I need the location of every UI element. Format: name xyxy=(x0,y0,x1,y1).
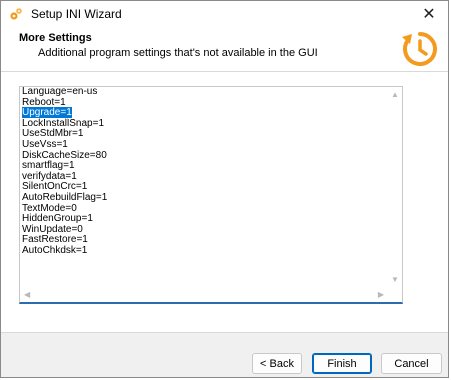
title-bar: Setup INI Wizard ✕ xyxy=(1,1,448,27)
settings-line: Language=en-us xyxy=(22,87,386,98)
settings-line: Reboot=1 xyxy=(22,96,386,109)
page-subtitle: Additional program settings that's not a… xyxy=(38,47,318,59)
window-title: Setup INI Wizard xyxy=(31,7,122,21)
settings-lines: Language=en-us Reboot=1 Upgrade=1 LockInsta… xyxy=(22,87,386,277)
settings-line-text: WinUpdate=0 xyxy=(22,223,83,235)
settings-line: DiskCacheSize=80 xyxy=(22,149,386,162)
settings-line-text: HiddenGroup=1 xyxy=(22,213,93,225)
settings-line-text: UseStdMbr=1 xyxy=(22,128,84,140)
page-title: More Settings xyxy=(19,32,92,44)
back-button[interactable]: < Back xyxy=(252,353,302,374)
settings-line-text: DiskCacheSize=80 xyxy=(22,149,107,161)
horizontal-scrollbar[interactable]: ◀ ▶ xyxy=(20,288,388,302)
close-icon: ✕ xyxy=(422,6,436,23)
settings-line-text: Language=en-us xyxy=(22,87,98,97)
vertical-scrollbar[interactable]: ▲ ▼ xyxy=(388,87,402,287)
settings-line-text: AutoRebuildFlag=1 xyxy=(22,191,108,203)
finish-button[interactable]: Finish xyxy=(312,353,372,374)
scroll-down-icon[interactable]: ▼ xyxy=(391,275,399,284)
settings-line-text: AutoChkdsk=1 xyxy=(22,244,88,256)
scroll-up-icon[interactable]: ▲ xyxy=(391,90,399,99)
scroll-left-icon[interactable]: ◀ xyxy=(24,290,30,299)
restore-logo-icon xyxy=(402,32,437,66)
setup-gears-icon xyxy=(10,8,22,20)
settings-text-area[interactable]: Language=en-us Reboot=1 Upgrade=1 LockInsta… xyxy=(19,86,403,304)
settings-line-text: UseVss=1 xyxy=(22,138,68,150)
wizard-footer: < Back Finish Cancel xyxy=(1,332,448,377)
settings-line-text: LockInstallSnap=1 xyxy=(22,117,105,129)
close-button[interactable]: ✕ xyxy=(410,1,448,27)
settings-line-text: Upgrade=1 xyxy=(22,106,73,120)
settings-line-text: FastRestore=1 xyxy=(22,234,88,246)
settings-line-text: verifydata=1 xyxy=(22,170,77,182)
settings-line-text: TextMode=0 xyxy=(22,202,77,214)
settings-line-text: SilentOnCrc=1 xyxy=(22,181,88,193)
setup-ini-wizard-window: Setup INI Wizard ✕ More Settings Additio… xyxy=(0,0,449,378)
scroll-right-icon[interactable]: ▶ xyxy=(378,290,384,299)
wizard-header: More Settings Additional program setting… xyxy=(1,27,448,72)
settings-line: UseStdMbr=1 xyxy=(22,129,386,140)
cancel-button[interactable]: Cancel xyxy=(381,353,442,374)
content-area: Language=en-us Reboot=1 Upgrade=1 LockInsta… xyxy=(1,72,448,332)
settings-line-text: Reboot=1 xyxy=(22,96,66,108)
settings-line: AutoChkdsk=1 xyxy=(22,244,386,257)
settings-line-text: smartflag=1 xyxy=(22,160,75,172)
